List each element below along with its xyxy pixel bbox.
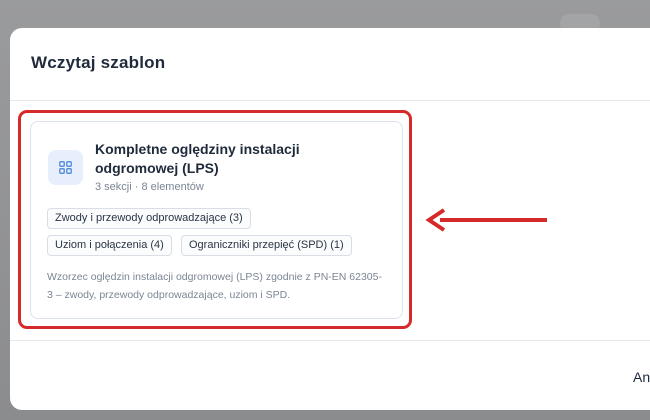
cancel-button[interactable]: Anuluj xyxy=(633,369,650,385)
modal-footer: Anuluj xyxy=(10,340,650,411)
modal-header: Wczytaj szablon xyxy=(10,28,650,101)
annotation-arrow-icon xyxy=(425,208,547,232)
annotation-highlight-box xyxy=(18,110,412,329)
modal-title: Wczytaj szablon xyxy=(31,53,166,72)
